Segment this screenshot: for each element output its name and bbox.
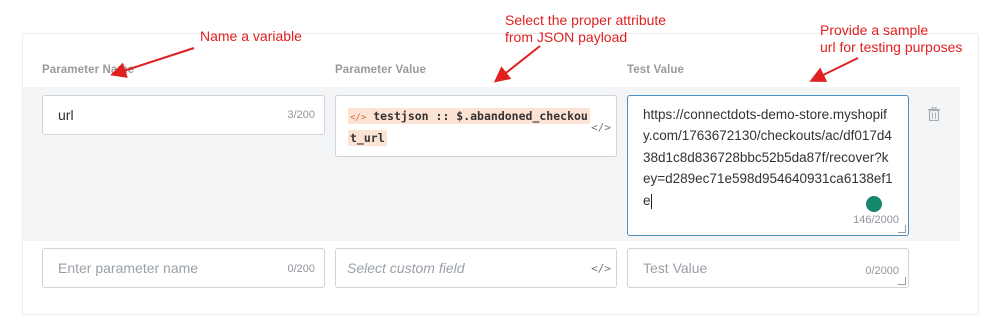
text-caret <box>650 193 652 209</box>
parameter-name-placeholder: Enter parameter name <box>58 260 199 276</box>
new-resize-handle[interactable] <box>898 277 906 285</box>
annotation-name-variable: Name a variable <box>200 28 302 44</box>
parameter-name-input[interactable]: url 3/200 <box>42 95 325 135</box>
parameter-value-text-line1: testjson :: $.abandoned_checkou <box>373 109 588 123</box>
test-value-textarea[interactable]: https://connectdots-demo-store.myshopify… <box>627 95 909 236</box>
tag-code-icon: </> <box>350 113 367 123</box>
test-value-counter: 146/2000 <box>853 214 899 226</box>
test-value-text: https://connectdots-demo-store.myshopify… <box>643 107 893 209</box>
new-parameter-name-counter: 0/200 <box>287 263 315 275</box>
code-icon[interactable]: </> <box>591 121 611 134</box>
custom-field-placeholder: Select custom field <box>347 260 465 276</box>
new-code-icon[interactable]: </> <box>591 262 611 275</box>
new-test-value-counter: 0/2000 <box>865 265 899 277</box>
resize-handle[interactable] <box>898 225 906 233</box>
header-parameter-name: Parameter Name <box>42 64 135 76</box>
annotation-select-attribute: Select the proper attribute from JSON pay… <box>505 12 667 45</box>
annotation-sample-url: Provide a sample url for testing purposes <box>820 22 963 55</box>
new-test-value-textarea[interactable]: Test Value 0/2000 <box>627 248 909 288</box>
parameter-value-tag: </> testjson :: $.abandoned_checkou t_ur… <box>348 106 594 148</box>
new-parameter-value-field[interactable]: Select custom field </> <box>335 248 617 288</box>
parameter-value-text-line2: t_url <box>350 131 385 145</box>
header-parameter-value: Parameter Value <box>335 64 427 76</box>
header-test-value: Test Value <box>627 64 685 76</box>
new-parameter-name-input[interactable]: Enter parameter name 0/200 <box>42 248 325 288</box>
test-value-placeholder: Test Value <box>643 260 708 276</box>
parameter-name-value: url <box>58 107 74 123</box>
trash-icon[interactable] <box>928 106 940 122</box>
parameter-value-field[interactable]: </> testjson :: $.abandoned_checkou t_ur… <box>335 95 617 157</box>
parameter-name-counter: 3/200 <box>287 109 315 121</box>
grammarly-icon[interactable] <box>864 194 884 214</box>
